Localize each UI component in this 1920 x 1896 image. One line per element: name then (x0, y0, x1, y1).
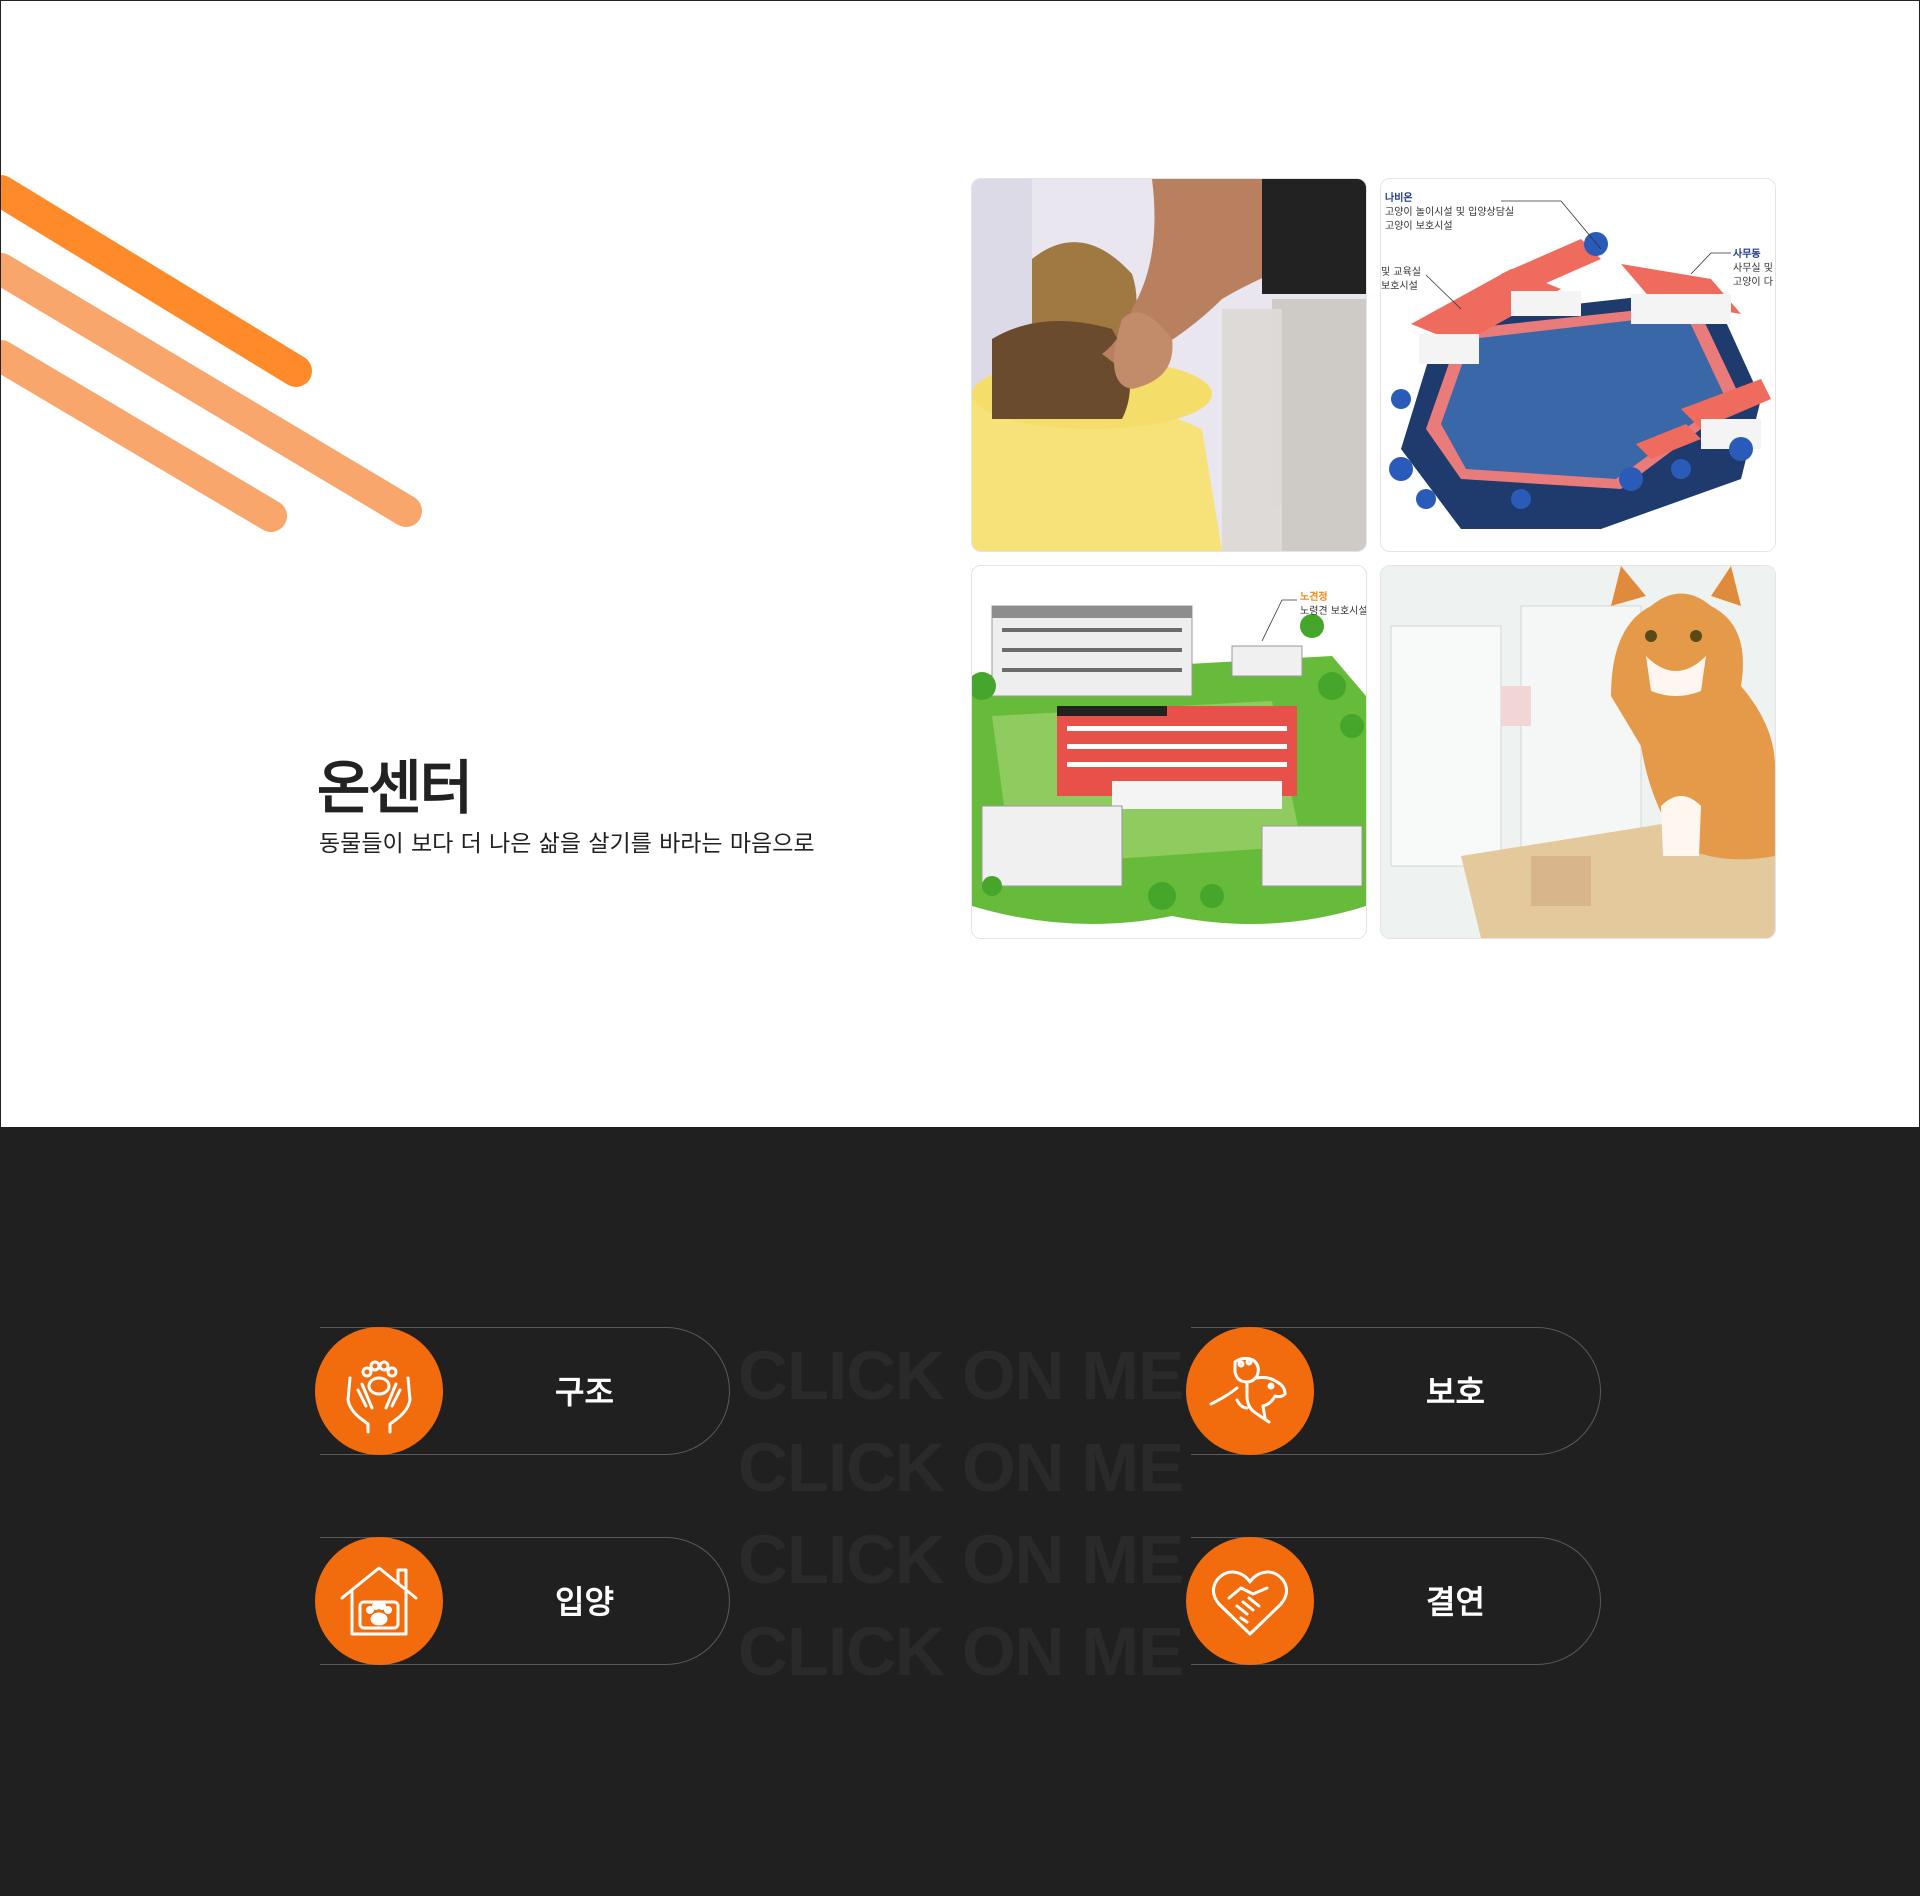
rescue-label: 구조 (555, 1373, 614, 1411)
heart-handshake-icon (1186, 1537, 1314, 1665)
photo-dog-bath (971, 178, 1367, 552)
menu-section: CLICK ON ME CLICK ON ME CLICK ON ME CLIC… (0, 1127, 1920, 1896)
map-cat-facility: 나비온 고양이 놀이시설 및 입양상담실 고양이 보호시설 및 교육실 보호시설… (1380, 178, 1776, 552)
map1-label-c-line1: 사무실 및 (1733, 262, 1773, 274)
map1-label-a-title: 나비온 (1385, 191, 1413, 204)
map1-label-a-line1: 고양이 놀이시설 및 입양상담실 (1385, 205, 1514, 218)
decorative-stripes (1, 161, 441, 561)
map1-label-c-title: 사무동 (1733, 247, 1761, 260)
map1-label-b-line1: 및 교육실 (1381, 266, 1421, 278)
rescue-button[interactable]: 구조 (315, 1327, 730, 1455)
bond-label: 결연 (1426, 1583, 1485, 1621)
click-on-me-watermark: CLICK ON ME CLICK ON ME CLICK ON ME CLIC… (738, 1330, 1184, 1698)
hands-paw-icon (315, 1327, 443, 1455)
map1-label-b-line2: 보호시설 (1381, 280, 1418, 292)
adopt-button[interactable]: 입양 (315, 1537, 730, 1665)
photo-orange-cat (1380, 565, 1776, 939)
adopt-label: 입양 (555, 1583, 614, 1621)
protect-label: 보호 (1426, 1373, 1485, 1411)
watermark-line: CLICK ON ME (738, 1613, 1184, 1690)
house-paw-icon (315, 1537, 443, 1665)
watermark-line: CLICK ON ME (738, 1521, 1184, 1598)
page-title: 온센터 (317, 754, 473, 822)
map-senior-dog-facility: 노견정 노령견 보호시설 (971, 565, 1367, 939)
dog-paw-hand-icon (1186, 1327, 1314, 1455)
protect-button[interactable]: 보호 (1186, 1327, 1601, 1455)
map2-label-line1: 노령견 보호시설 (1300, 605, 1366, 617)
map1-label-c-line2: 고양이 다 (1733, 276, 1773, 288)
map2-label-title: 노견정 (1300, 590, 1328, 603)
watermark-line: CLICK ON ME (738, 1337, 1184, 1414)
page-subtitle: 동물들이 보다 더 나은 삶을 살기를 바라는 마음으로 (319, 831, 815, 857)
intro-section: 온센터 동물들이 보다 더 나은 삶을 살기를 바라는 마음으로 나비온 고양이… (0, 0, 1920, 1127)
bond-button[interactable]: 결연 (1186, 1537, 1601, 1665)
map1-label-a-line2: 고양이 보호시설 (1385, 220, 1453, 232)
watermark-line: CLICK ON ME (738, 1429, 1184, 1506)
